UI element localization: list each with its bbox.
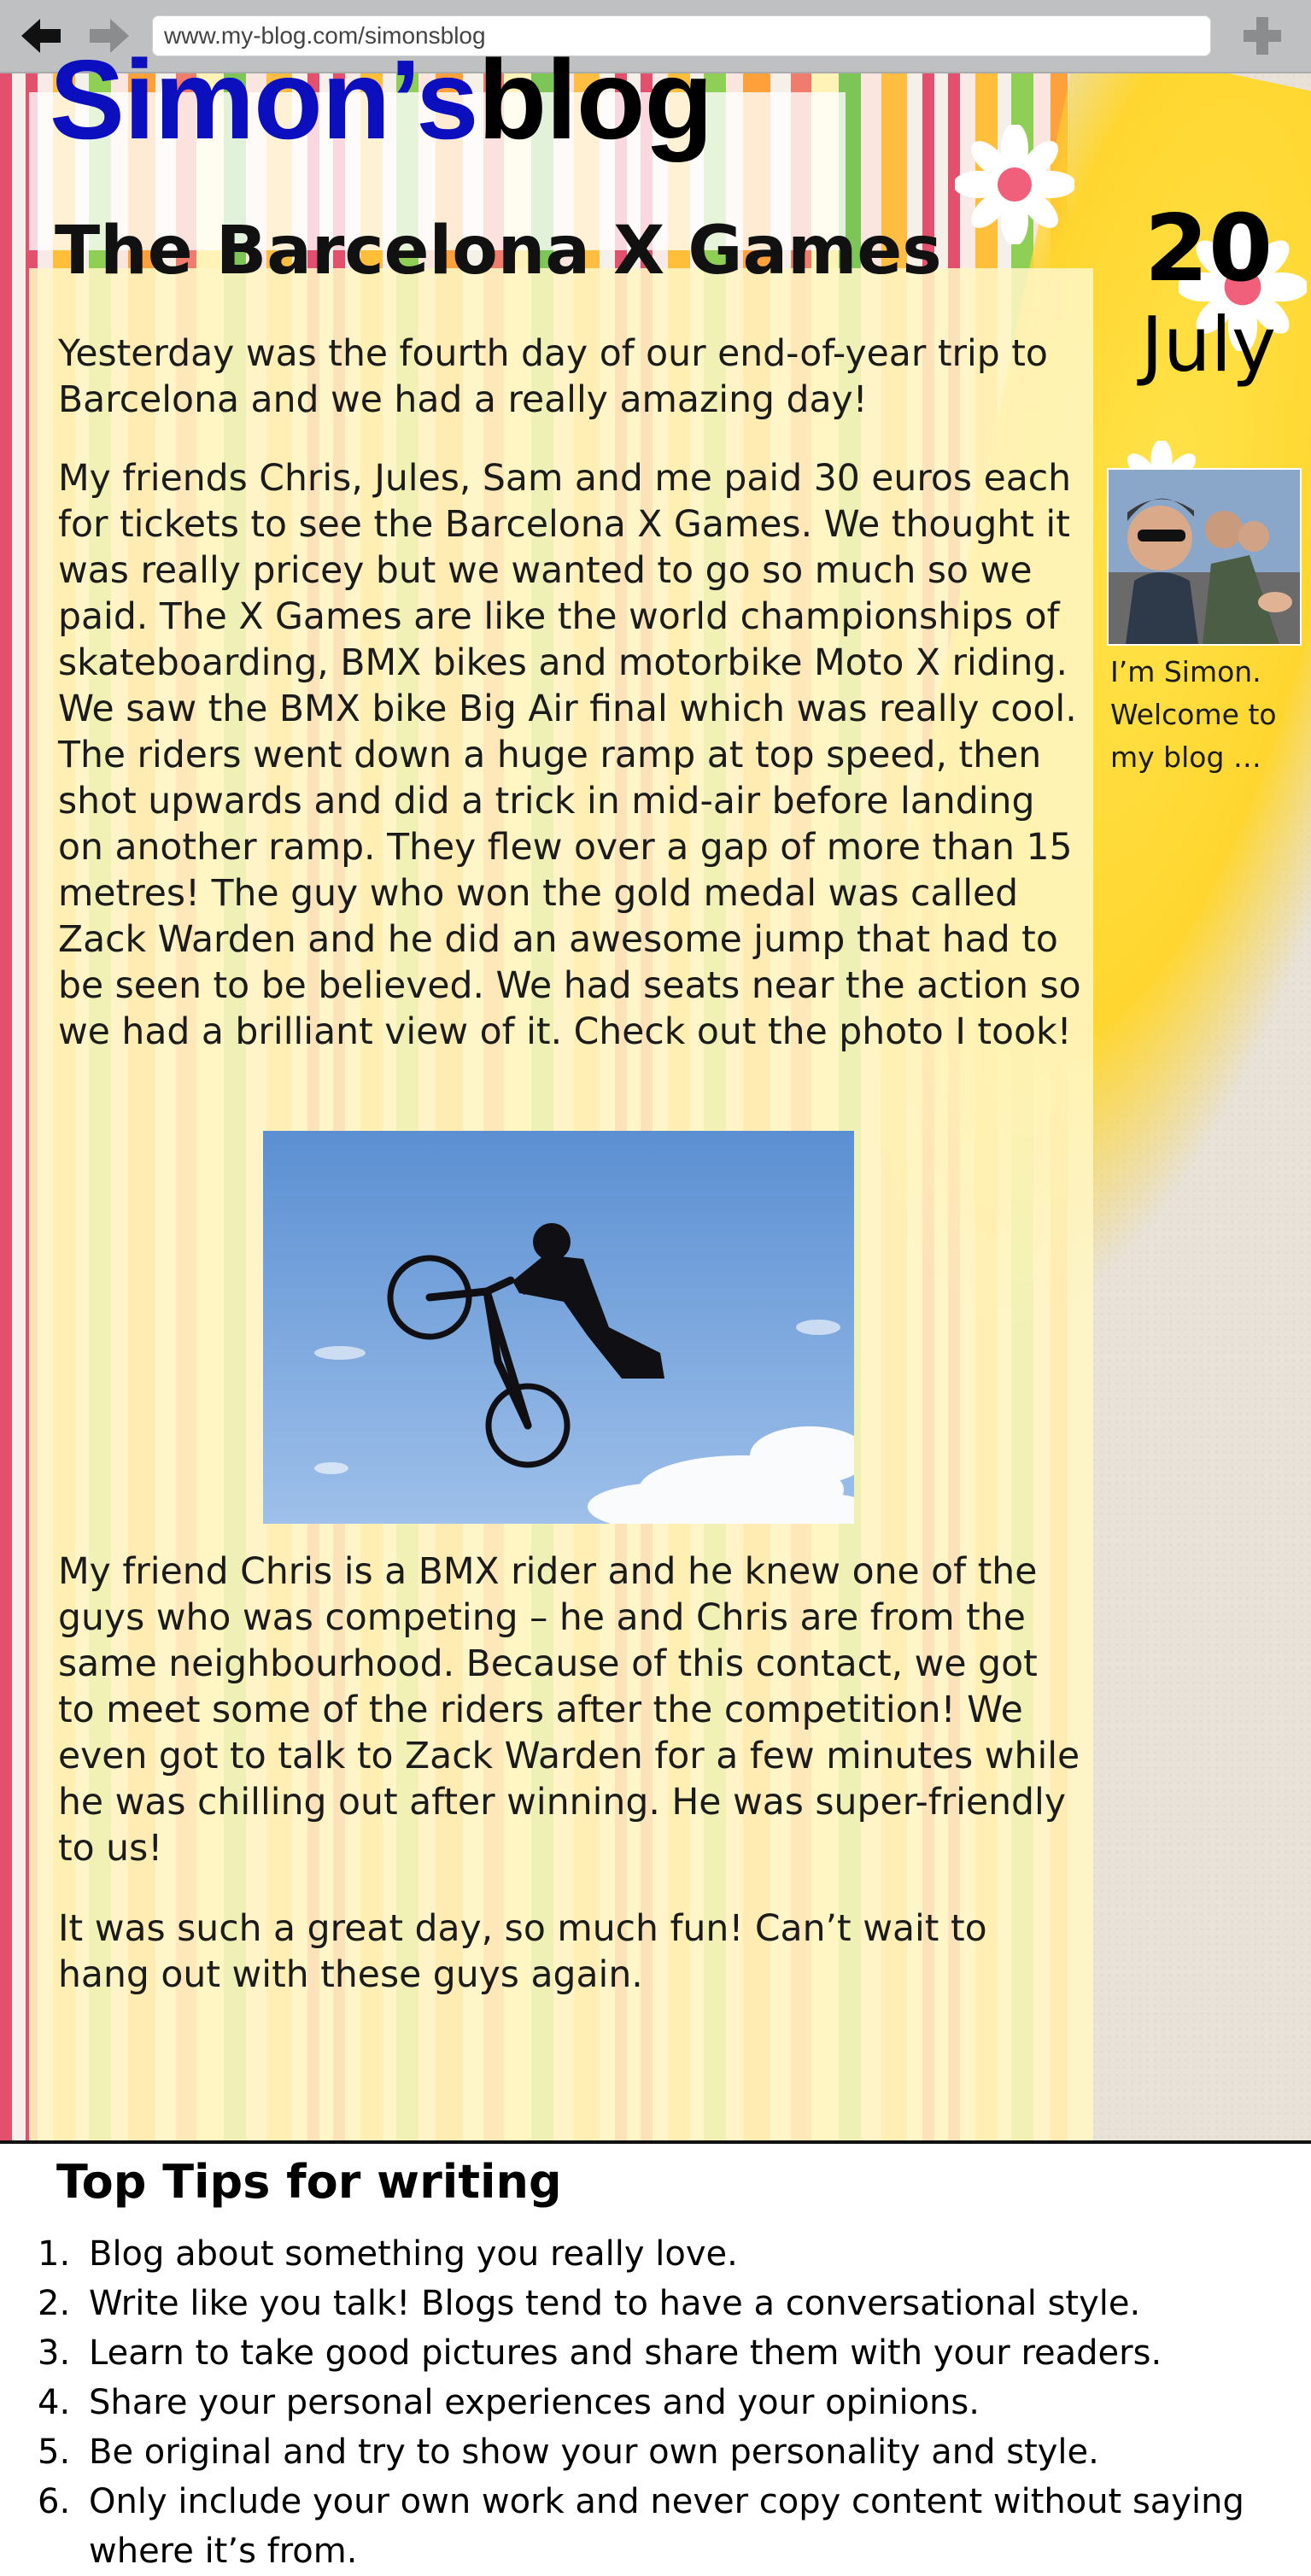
tip-item: 1. Blog about something you really love. bbox=[0, 2229, 1311, 2279]
avatar[interactable] bbox=[1107, 468, 1302, 646]
tip-text: Learn to take good pictures and share th… bbox=[89, 2333, 1162, 2373]
new-tab-button[interactable] bbox=[1237, 12, 1288, 60]
post-paragraph: My friend Chris is a BMX rider and he kn… bbox=[58, 1551, 1080, 1870]
blog-title[interactable]: Simon’sblog bbox=[50, 36, 714, 164]
tip-text: Write like you talk! Blogs tend to have … bbox=[89, 2284, 1141, 2323]
post-date-day: 20 bbox=[1144, 196, 1273, 302]
section-divider bbox=[0, 2140, 1311, 2144]
tips-title: Top Tips for writing bbox=[56, 2155, 562, 2209]
tip-text: Share your personal experiences and your… bbox=[89, 2383, 980, 2422]
tip-text: Be original and try to show your own per… bbox=[89, 2433, 1099, 2472]
tip-number: 5. bbox=[38, 2433, 71, 2472]
tips-list: 1. Blog about something you really love. … bbox=[0, 2229, 1311, 2576]
flower-decoration bbox=[955, 125, 1074, 244]
blog-title-word: blog bbox=[477, 37, 714, 162]
tip-number: 6. bbox=[38, 2482, 71, 2521]
tip-item: 3. Learn to take good pictures and share … bbox=[0, 2328, 1311, 2378]
post-paragraph: Yesterday was the fourth day of our end-… bbox=[58, 333, 1048, 421]
tip-number: 1. bbox=[38, 2234, 71, 2274]
tip-number: 2. bbox=[38, 2284, 71, 2323]
tip-item: 5. Be original and try to show your own p… bbox=[0, 2427, 1311, 2477]
post-date-month: July bbox=[1140, 301, 1277, 389]
plus-icon bbox=[1244, 17, 1281, 55]
tip-text: Blog about something you really love. bbox=[89, 2234, 738, 2274]
tip-item: 6. Only include your own work and never c… bbox=[0, 2477, 1311, 2576]
tip-number: 3. bbox=[38, 2333, 71, 2373]
author-bio: I’m Simon. Welcome to my blog … bbox=[1110, 655, 1277, 774]
bmx-rider-photo bbox=[263, 1131, 854, 1524]
tip-item: 4. Share your personal experiences and yo… bbox=[0, 2378, 1311, 2427]
post-paragraph: My friends Chris, Jules, Sam and me paid… bbox=[58, 458, 1081, 1053]
post-title: The Barcelona X Games bbox=[55, 213, 942, 290]
blog-title-name: Simon’s bbox=[50, 37, 479, 162]
tip-item: 2. Write like you talk! Blogs tend to hav… bbox=[0, 2279, 1311, 2328]
post-paragraph: It was such a great day, so much fun! Ca… bbox=[58, 1908, 987, 1996]
tip-number: 4. bbox=[38, 2383, 71, 2422]
tip-text: Only include your own work and never cop… bbox=[89, 2482, 1244, 2571]
